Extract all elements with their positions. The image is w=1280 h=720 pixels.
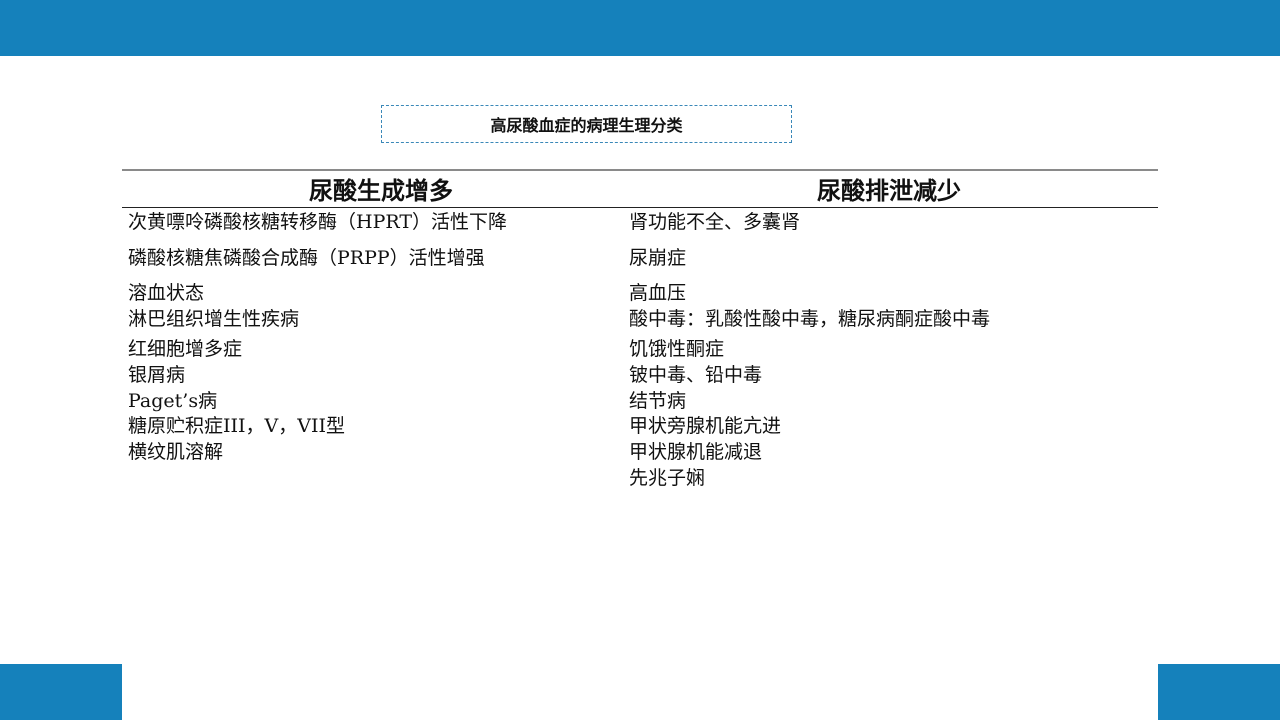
right-line: 甲状腺机能减退 (629, 441, 763, 463)
right-line: 饥饿性酮症 (629, 338, 725, 360)
right-line: 铍中毒、铅中毒 (629, 364, 763, 386)
right-line: 酸中毒：乳酸性酸中毒，糖尿病酮症酸中毒 (629, 308, 991, 330)
slide-title: 高尿酸血症的病理生理分类 (381, 105, 792, 143)
left-line: 淋巴组织增生性疾病 (128, 308, 300, 330)
right-line: 高血压 (629, 282, 687, 304)
table-header-rule (122, 207, 1158, 208)
left-line: 糖原贮积症III，V，VII型 (128, 415, 345, 437)
left-line: 横纹肌溶解 (128, 441, 224, 463)
bottom-right-block (1158, 664, 1280, 720)
left-line: Paget’s病 (128, 390, 218, 412)
left-line: 银屑病 (128, 364, 186, 386)
right-line: 甲状旁腺机能亢进 (629, 415, 782, 437)
right-line: 尿崩症 (629, 247, 687, 269)
left-line: 红细胞增多症 (128, 338, 243, 360)
top-banner (0, 0, 1280, 56)
left-line: 次黄嘌呤磷酸核糖转移酶（HPRT）活性下降 (128, 211, 507, 233)
right-line: 肾功能不全、多囊肾 (629, 211, 801, 233)
right-line: 先兆子娴 (629, 467, 706, 489)
header-decreased-excretion: 尿酸排泄减少 (817, 176, 961, 205)
header-increased-production: 尿酸生成增多 (309, 176, 453, 205)
left-line: 磷酸核糖焦磷酸合成酶（PRPP）活性增强 (128, 247, 485, 269)
bottom-left-block (0, 664, 122, 720)
left-line: 溶血状态 (128, 282, 205, 304)
right-line: 结节病 (629, 390, 687, 412)
